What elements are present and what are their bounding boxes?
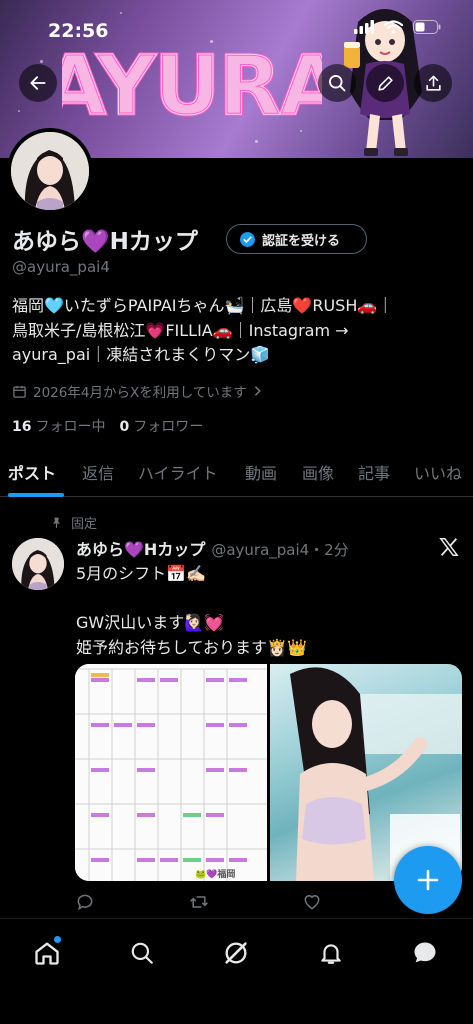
share-icon <box>425 75 441 91</box>
following-link[interactable]: 16 フォロー中 <box>12 416 105 436</box>
wifi-icon <box>384 20 403 34</box>
pinned-label: 固定 <box>71 517 98 532</box>
joined-date-row[interactable]: 2026年4月からXを利用しています <box>12 381 263 401</box>
get-verified-label: 認証を受ける <box>262 233 341 249</box>
calendar-icon <box>13 385 26 398</box>
messages-icon <box>414 942 436 963</box>
share-button[interactable] <box>414 64 452 102</box>
battery-icon <box>413 20 441 34</box>
bottom-navigation <box>0 918 473 1024</box>
following-count: 16 <box>12 419 32 435</box>
x-logo-icon[interactable] <box>438 536 460 558</box>
bio-line: 鳥取米子/島根松江💗FILLIA🚗｜Instagram → <box>12 320 349 340</box>
status-time: 22:56 <box>48 20 109 42</box>
followers-link[interactable]: 0 フォロワー <box>119 416 203 436</box>
edit-icon <box>377 75 393 91</box>
profile-bio: 福岡🩵いたずらPAIPAIちゃん🛀｜広島❤️RUSH🚗｜ 鳥取米子/島根松江💗F… <box>12 294 464 368</box>
followers-label: フォロワー <box>133 419 204 435</box>
svg-text:AYURA: AYURA <box>62 39 322 134</box>
followers-count: 0 <box>119 419 130 435</box>
plus-icon <box>417 869 439 891</box>
tab-likes[interactable]: いいね <box>414 460 462 484</box>
post-avatar[interactable] <box>12 538 64 590</box>
joined-date: 2026年4月からXを利用しています <box>33 385 247 401</box>
reply-icon[interactable] <box>75 892 95 912</box>
display-name: あゆら💜Hカップ <box>12 229 198 255</box>
calendar-grid <box>75 664 267 881</box>
avatar-photo <box>11 132 89 210</box>
post-handle-time: @ayura_pai4・2分 <box>211 541 349 559</box>
tab-highlights[interactable]: ハイライト <box>138 460 218 484</box>
post-actions <box>75 892 435 912</box>
following-label: フォロー中 <box>35 419 106 435</box>
calendar-footer: 🐸💜福岡 <box>195 870 236 880</box>
compose-button[interactable] <box>394 846 462 914</box>
nav-messages[interactable] <box>409 937 441 969</box>
post-avatar-photo <box>12 538 64 590</box>
tab-videos[interactable]: 動画 <box>245 460 277 484</box>
tab-articles[interactable]: 記事 <box>358 460 390 484</box>
like-icon[interactable] <box>302 892 322 912</box>
home-notification-dot <box>54 936 61 943</box>
post-text: 5月のシフト📅✍🏻 GW沢山います🙋🏻‍♀️💓 姫予約お待ちしております👸🏻👑 <box>76 564 307 657</box>
search-icon <box>329 75 346 92</box>
search-nav-icon <box>131 942 153 964</box>
post-media[interactable]: 🐸💜福岡 <box>75 664 462 881</box>
search-button[interactable] <box>318 64 356 102</box>
signal-icon <box>354 20 374 34</box>
tab-replies[interactable]: 返信 <box>82 460 114 484</box>
home-icon <box>35 942 59 965</box>
nav-notifications[interactable] <box>315 937 347 969</box>
bio-line: 福岡🩵いたずらPAIPAIちゃん🛀｜広島❤️RUSH🚗｜ <box>12 296 394 315</box>
pin-icon <box>53 517 60 528</box>
grok-icon <box>225 942 247 964</box>
status-icons <box>354 20 441 34</box>
verified-badge-icon <box>240 231 255 247</box>
profile-avatar[interactable] <box>7 128 93 214</box>
pinned-indicator: 固定 <box>50 513 97 532</box>
profile-handle: @ayura_pai4 <box>12 258 110 276</box>
post-author-name[interactable]: あゆら💜Hカップ <box>76 536 205 560</box>
banner-logo: AYURA AYURA <box>62 38 322 136</box>
nav-grok[interactable] <box>220 937 252 969</box>
tab-posts[interactable]: ポスト <box>8 460 56 484</box>
notifications-icon <box>321 944 341 964</box>
profile-tabs: ポスト 返信 ハイライト 動画 画像 記事 いいね <box>0 448 473 497</box>
back-button[interactable] <box>19 64 57 102</box>
get-verified-button[interactable]: 認証を受ける <box>226 224 367 254</box>
active-tab-indicator <box>8 493 64 497</box>
repost-icon[interactable] <box>188 892 210 912</box>
bio-line: ayura_pai｜凍結されまくりマン🧊 <box>12 345 271 364</box>
shift-calendar-image[interactable]: 🐸💜福岡 <box>75 664 267 881</box>
back-arrow-icon <box>30 76 46 90</box>
chevron-right-icon <box>254 386 261 396</box>
nav-explore[interactable] <box>126 937 158 969</box>
tab-media[interactable]: 画像 <box>302 460 334 484</box>
edit-profile-button[interactable] <box>366 64 404 102</box>
